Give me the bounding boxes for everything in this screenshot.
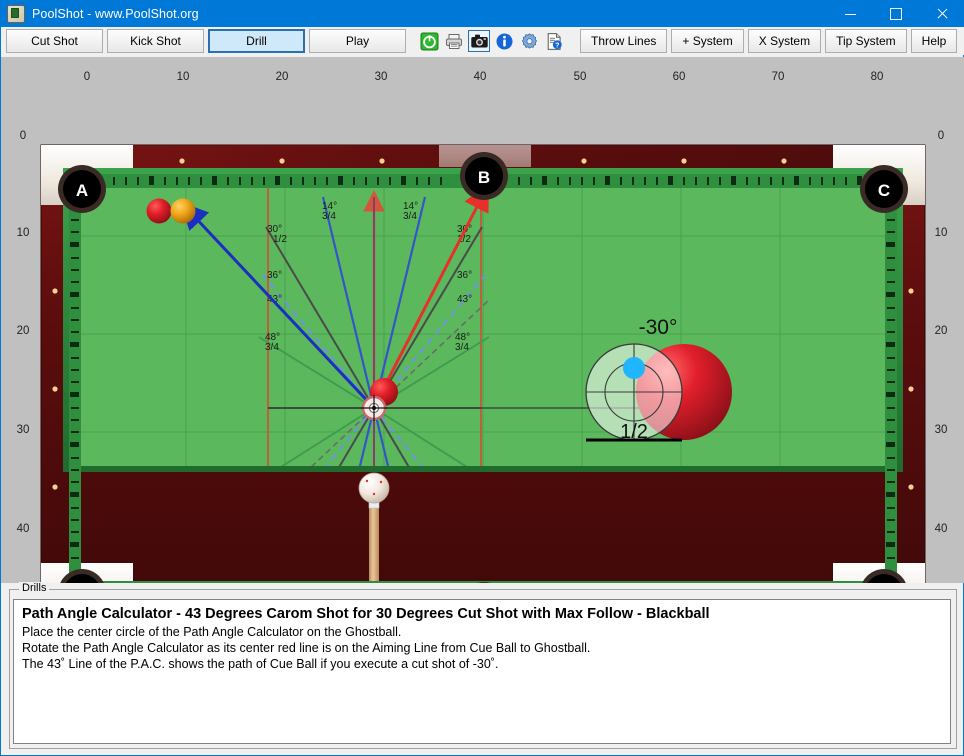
pac-label-right-48-fraction: 3/4 [455,342,469,353]
help-document-icon: ? [547,32,562,50]
button-tip-system[interactable]: Tip System [825,29,907,53]
drills-text-area[interactable]: Path Angle Calculator - 43 Degrees Carom… [13,599,951,744]
pac-label-right-14-fraction: 3/4 [403,211,417,222]
button-throw-lines[interactable]: Throw Lines [580,29,668,53]
drill-line-2: Rotate the Path Angle Calculator as its … [22,641,591,655]
button-plus-system-label: + System [682,34,733,48]
screenshot-button[interactable] [468,30,490,52]
minimize-button[interactable] [827,1,873,27]
ball-red[interactable] [146,198,172,224]
button-help[interactable]: Help [910,29,958,53]
window-controls [827,1,964,27]
button-x-system-label: X System [758,34,811,48]
tab-cut-shot-label: Cut Shot [31,34,78,48]
app-icon [7,5,25,23]
pac-label-left-36-angle: 36° [267,270,282,281]
tab-play-label: Play [345,34,370,48]
pocket-a[interactable]: A [58,165,106,213]
system-button-group: Throw Lines + System X System Tip System… [580,29,961,53]
title-bar: PoolShot - www.PoolShot.org [1,1,964,27]
drills-legend: Drills [19,582,50,594]
pac-label-left-48-fraction: 3/4 [265,342,279,353]
maximize-icon [890,8,902,20]
maximize-button[interactable] [873,1,919,27]
icon-button-group: ? [418,30,568,52]
ball-orange[interactable] [170,198,196,224]
indicator-angle-label: -30° [639,316,678,339]
pocket-c-label: C [878,181,890,200]
gear-icon [521,32,537,49]
toolbar: Cut Shot Kick Shot Drill Play ? Throw Li… [1,27,964,55]
pocket-a-label: A [76,181,88,200]
indicator-fraction-label: 1/2 [620,421,648,443]
drills-panel: Drills Path Angle Calculator - 43 Degree… [9,582,957,749]
tab-kick-shot[interactable]: Kick Shot [107,29,204,53]
info-button[interactable] [493,30,515,52]
camera-icon [470,34,488,47]
button-help-label: Help [921,34,947,48]
pac-label-left-30-fraction: 1/2 [273,234,287,245]
print-button[interactable] [443,30,465,52]
power-button[interactable] [418,30,440,52]
info-icon [496,33,512,49]
drill-title: Path Angle Calculator - 43 Degrees Carom… [22,606,710,622]
pocket-b-label: B [478,168,490,187]
drill-line-3: The 43˚ Line of the P.A.C. shows the pat… [22,657,499,671]
tab-drill[interactable]: Drill [208,29,305,53]
pocket-c[interactable]: C [860,165,908,213]
close-button[interactable] [919,1,964,27]
minimize-icon [844,13,856,15]
help-document-button[interactable]: ? [543,30,565,52]
pocket-b[interactable]: B [460,152,508,200]
button-tip-system-label: Tip System [836,34,896,48]
window-title: PoolShot - www.PoolShot.org [32,7,199,21]
button-x-system[interactable]: X System [747,29,822,53]
poolshot-window: PoolShot - www.PoolShot.org Cut Shot Kic… [0,0,964,756]
printer-icon [445,33,462,49]
pac-label-right-43-angle: 43° [457,294,472,305]
pool-table-diagram[interactable]: 14° 3/4 30° 1/2 36° 43° 48° 3/4 14° 3/4 … [1,57,964,583]
indicator-tip-dot [623,357,645,379]
power-icon [420,32,438,50]
svg-text:?: ? [555,42,559,49]
tab-cut-shot[interactable]: Cut Shot [6,29,103,53]
drill-line-1: Place the center circle of the Path Angl… [22,625,402,639]
cue-ball[interactable] [358,472,390,504]
pac-label-right-36-angle: 36° [457,270,472,281]
button-throw-lines-label: Throw Lines [591,34,657,48]
close-icon [936,8,948,20]
tab-drill-label: Drill [246,34,267,48]
settings-button[interactable] [518,30,540,52]
pac-label-left-14-fraction: 3/4 [322,211,336,222]
tab-kick-shot-label: Kick Shot [130,34,181,48]
table-canvas[interactable]: 0 10 20 30 40 50 60 70 80 0 10 20 30 40 … [1,57,964,583]
button-plus-system[interactable]: + System [671,29,744,53]
tab-play[interactable]: Play [309,29,406,53]
mode-button-group: Cut Shot Kick Shot Drill Play [6,29,410,53]
